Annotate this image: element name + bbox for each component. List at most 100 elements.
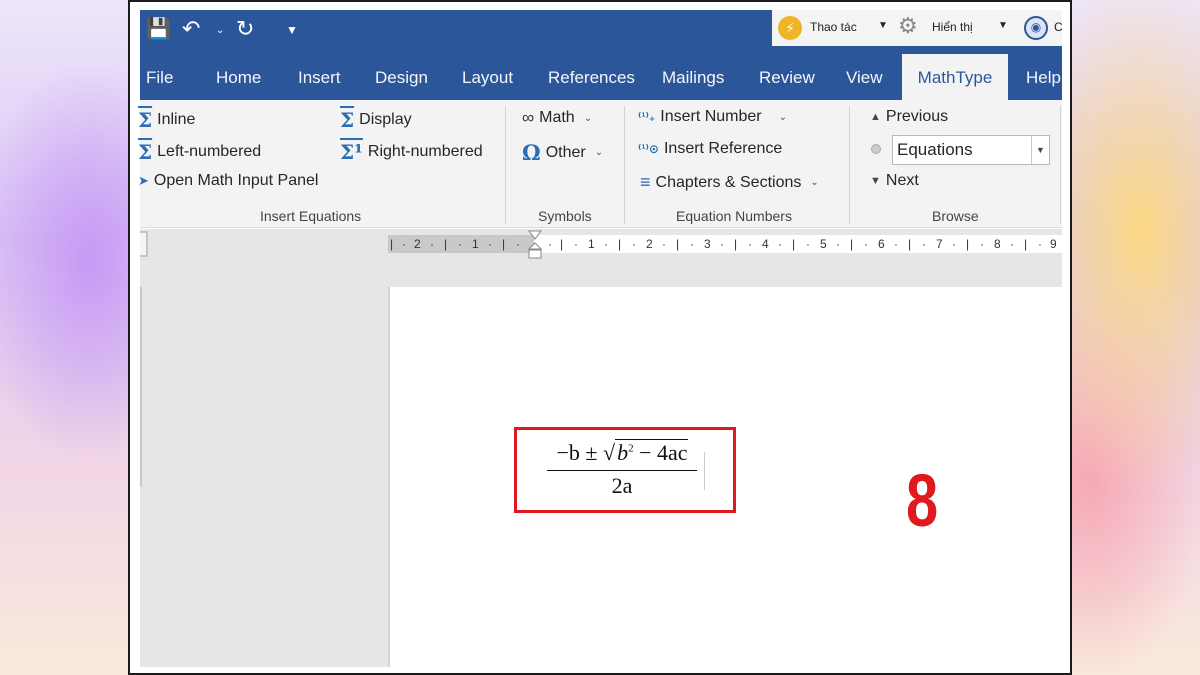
ribbon-mathtype: Σ Inline Σ Display Σ Left-numbered Σ¹ Ri… bbox=[138, 100, 1062, 228]
math-label: Math bbox=[539, 109, 575, 126]
indent-marker-icon[interactable] bbox=[528, 229, 542, 263]
tab-mathtype[interactable]: MathType bbox=[902, 54, 1008, 106]
previous-label: Previous bbox=[885, 108, 949, 125]
tab-insert[interactable]: Insert bbox=[292, 48, 347, 100]
sigma-inline-icon: Σ bbox=[138, 108, 153, 132]
tell-me-label[interactable]: Thao tác bbox=[810, 20, 857, 34]
group-label-insert-equations: Insert Equations bbox=[260, 208, 362, 224]
display-button[interactable]: Σ Display bbox=[340, 108, 412, 132]
chevron-down-icon: ⌄ bbox=[778, 111, 788, 123]
browse-type-select[interactable]: Equations ▼ bbox=[892, 135, 1050, 165]
ruler-label: 6 bbox=[878, 237, 885, 251]
camera-icon[interactable]: ◉ bbox=[1024, 16, 1048, 40]
next-button[interactable]: ▼ Next bbox=[870, 172, 919, 190]
display-label-ribbon: Display bbox=[359, 111, 412, 128]
display-caret-icon[interactable]: ▼ bbox=[998, 20, 1008, 31]
group-label-browse: Browse bbox=[932, 208, 979, 224]
ribbon-separator bbox=[849, 106, 850, 224]
tab-selector[interactable] bbox=[140, 231, 148, 257]
lightning-icon[interactable]: ⚡ bbox=[778, 16, 802, 40]
ribbon-separator bbox=[624, 106, 625, 224]
undo-dropdown-chevron-icon[interactable]: ⌄ bbox=[216, 12, 224, 50]
word-window: 💾 ↶ ⌄ ↻ ▼ ⚡ Thao tác ▼ ⚙ Hiển thị ▼ ◉ C … bbox=[128, 0, 1072, 675]
tell-me-caret-icon[interactable]: ▼ bbox=[878, 20, 888, 31]
ruler-label: 9 bbox=[1050, 237, 1057, 251]
extra-label: C bbox=[1054, 20, 1063, 34]
step-number-annotation: 8 bbox=[906, 459, 939, 542]
browse-select-value: Equations bbox=[897, 140, 973, 159]
tab-file[interactable]: File bbox=[140, 48, 179, 100]
ruler-marks: | · 2 · | · 1 · | · · | · 1 · | · 2 · | bbox=[390, 237, 1057, 251]
denominator-text: 2a bbox=[611, 473, 633, 498]
insert-reference-icon: ⁽¹⁾⊙ bbox=[638, 142, 659, 156]
math-symbols-button[interactable]: ∞ Math ⌄ bbox=[522, 108, 592, 128]
vertical-ruler[interactable] bbox=[140, 287, 142, 487]
infinity-icon: ∞ bbox=[522, 108, 535, 127]
ruler-label: 8 bbox=[994, 237, 1001, 251]
insert-number-button[interactable]: ⁽¹⁾₊ Insert Number ⌄ bbox=[638, 108, 787, 126]
right-numbered-button[interactable]: Σ¹ Right-numbered bbox=[340, 140, 483, 164]
dropdown-arrow-icon[interactable]: ▼ bbox=[1031, 136, 1049, 164]
customize-qat-icon[interactable]: ▼ bbox=[286, 11, 298, 49]
chapters-sections-button[interactable]: ≡ Chapters & Sections ⌄ bbox=[640, 172, 819, 193]
inline-label: Inline bbox=[157, 111, 196, 128]
inline-button[interactable]: Σ Inline bbox=[138, 108, 195, 132]
ruler-label: 2 bbox=[646, 237, 653, 251]
ruler-label: 5 bbox=[820, 237, 827, 251]
radicand-rest: − 4ac bbox=[633, 440, 688, 465]
open-math-input-panel-button[interactable]: ➤ Open Math Input Panel bbox=[138, 172, 318, 190]
equation-denominator: 2a bbox=[547, 471, 697, 499]
tab-review[interactable]: Review bbox=[753, 48, 821, 100]
tab-view[interactable]: View bbox=[840, 48, 889, 100]
save-icon[interactable]: 💾 bbox=[146, 10, 171, 48]
list-icon: ≡ bbox=[640, 172, 651, 192]
right-numbered-label: Right-numbered bbox=[367, 143, 483, 160]
ruler-label: 4 bbox=[762, 237, 769, 251]
omega-icon: Ω bbox=[522, 140, 541, 165]
other-label: Other bbox=[545, 143, 586, 161]
previous-button[interactable]: ▲ Previous bbox=[870, 108, 948, 126]
ruler-label: 3 bbox=[704, 237, 711, 251]
next-label: Next bbox=[885, 172, 919, 189]
ruler-label: 2 bbox=[414, 237, 421, 251]
ruler-label: 1 bbox=[472, 237, 479, 251]
radicand: b2 − 4ac bbox=[615, 439, 688, 465]
insert-reference-button[interactable]: ⁽¹⁾⊙ Insert Reference bbox=[638, 140, 782, 158]
radicand-b: b bbox=[617, 440, 629, 465]
horizontal-ruler[interactable]: | · 2 · | · 1 · | · · | · 1 · | · 2 · | bbox=[388, 235, 1062, 253]
gear-icon[interactable]: ⚙ bbox=[898, 13, 918, 39]
ruler-label: 7 bbox=[936, 237, 943, 251]
chevron-down-icon: ⌄ bbox=[583, 112, 593, 124]
chapters-sections-label: Chapters & Sections bbox=[655, 173, 802, 191]
redo-icon[interactable]: ↻ bbox=[236, 10, 254, 48]
title-bar: 💾 ↶ ⌄ ↻ ▼ ⚡ Thao tác ▼ ⚙ Hiển thị ▼ ◉ C bbox=[140, 10, 1063, 50]
browse-radio-icon[interactable] bbox=[871, 144, 881, 154]
insert-reference-label: Insert Reference bbox=[663, 140, 783, 157]
tab-mailings[interactable]: Mailings bbox=[656, 48, 730, 100]
display-label[interactable]: Hiển thị bbox=[932, 20, 973, 34]
left-numbered-label: Left-numbered bbox=[157, 143, 262, 160]
undo-icon[interactable]: ↶ bbox=[182, 10, 200, 48]
ribbon-separator bbox=[1060, 106, 1061, 224]
left-numbered-button[interactable]: Σ Left-numbered bbox=[138, 140, 261, 164]
equation-numerator: −b ± √b2 − 4ac bbox=[547, 439, 697, 471]
open-math-input-label: Open Math Input Panel bbox=[153, 172, 319, 189]
quadratic-formula-equation[interactable]: −b ± √b2 − 4ac 2a bbox=[547, 439, 697, 499]
equation-highlight-box[interactable]: −b ± √b2 − 4ac 2a bbox=[514, 427, 736, 513]
next-arrow-icon: ▼ bbox=[870, 175, 881, 187]
tab-references[interactable]: References bbox=[542, 48, 641, 100]
other-symbols-button[interactable]: Ω Other ⌄ bbox=[522, 140, 603, 165]
sigma-left-numbered-icon: Σ bbox=[138, 140, 153, 164]
chevron-down-icon: ⌄ bbox=[810, 177, 819, 188]
tell-me-strip: ⚡ Thao tác ▼ ⚙ Hiển thị ▼ ◉ C bbox=[770, 10, 1063, 46]
previous-arrow-icon: ▲ bbox=[870, 111, 881, 123]
ribbon-tabs: File Home Insert Design Layout Reference… bbox=[140, 48, 1062, 106]
tab-help[interactable]: Help bbox=[1020, 48, 1067, 100]
tab-design[interactable]: Design bbox=[369, 48, 434, 100]
sigma-display-icon: Σ bbox=[340, 108, 355, 132]
numerator-prefix: −b ± bbox=[556, 440, 603, 465]
math-input-icon: ➤ bbox=[138, 173, 149, 188]
tab-layout[interactable]: Layout bbox=[456, 48, 519, 100]
tab-home[interactable]: Home bbox=[210, 48, 267, 100]
ruler-label: 1 bbox=[588, 237, 595, 251]
